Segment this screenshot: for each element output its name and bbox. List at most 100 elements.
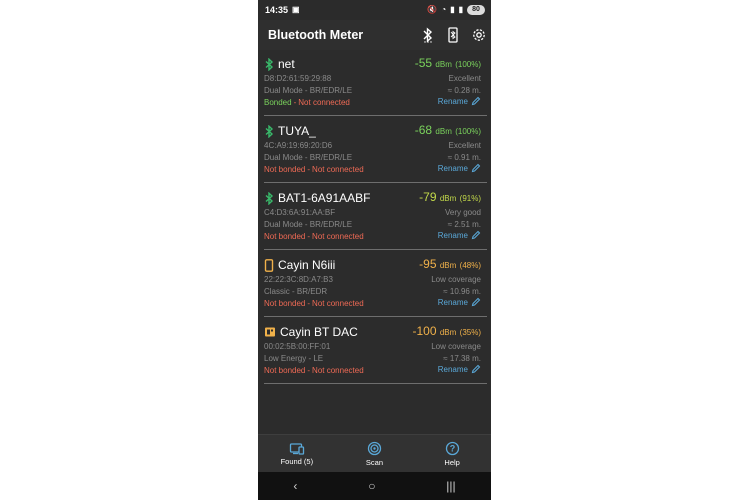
device-row[interactable]: TUYA_ -68 dBm (100%) 4C:A9:19:69:20:D6 Exce… <box>264 117 487 183</box>
bottom-navigation: Found (5) Scan ? Help <box>258 434 491 473</box>
rssi-dbm: -79 <box>419 190 437 204</box>
nav-help-label: Help <box>444 458 460 467</box>
rssi-dbm: -100 <box>412 324 437 338</box>
device-name-line: TUYA_ <box>264 124 316 138</box>
rename-button[interactable]: Rename <box>438 163 481 173</box>
signal-quality: Low coverage <box>431 342 481 351</box>
connection-status: Not connected <box>298 98 350 107</box>
rssi-value: -55 dBm (100%) <box>415 56 481 70</box>
rssi-percent: (100%) <box>455 60 481 69</box>
mac-address: 22:22:3C:8D:A7:B3 <box>264 275 333 284</box>
app-bar: Bluetooth Meter <box>258 20 491 50</box>
device-name: Cayin N6iii <box>278 258 336 272</box>
connection-status: Not connected <box>312 299 364 308</box>
recents-icon[interactable]: ||| <box>446 479 455 493</box>
scan-icon <box>367 441 382 456</box>
mac-address: 00:02:5B:00:FF:01 <box>264 342 331 351</box>
device-name-line: net <box>264 57 295 71</box>
device-name-line: Cayin BT DAC <box>264 325 358 339</box>
home-icon[interactable]: ○ <box>368 479 375 493</box>
nav-found[interactable]: Found (5) <box>267 442 327 466</box>
mac-address: D8:D2:61:59:29:88 <box>264 74 332 83</box>
rssi-unit: dBm <box>439 194 457 203</box>
bluetooth-mode: Dual Mode - BR/EDR/LE <box>264 152 353 162</box>
mute-icon: 🔇 <box>427 5 438 14</box>
bluetooth-icon <box>264 191 274 205</box>
svg-text:?: ? <box>449 444 455 454</box>
state-separator: - <box>307 299 311 308</box>
device-name-line: BAT1-6A91AABF <box>264 191 370 205</box>
connection-state: Not bonded - Not connected <box>264 366 364 375</box>
device-row[interactable]: Cayin N6iii -95 dBm (48%) 22:22:3C:8D:A7:B… <box>264 251 487 317</box>
bluetooth-mode: Low Energy - LE <box>264 353 324 363</box>
mac-address: C4:D3:6A:91:AA:BF <box>264 208 336 217</box>
rename-button[interactable]: Rename <box>438 297 481 307</box>
rssi-dbm: -95 <box>419 257 437 271</box>
rssi-value: -79 dBm (91%) <box>419 190 481 204</box>
status-bar: 14:35 ▣ 🔇 ◔ ▮ ▮ 80 <box>258 0 491 20</box>
rename-button[interactable]: Rename <box>438 96 481 106</box>
signal-icon: ▮ <box>450 5 455 14</box>
bluetooth-icon <box>264 57 274 71</box>
rssi-unit: dBm <box>439 261 457 270</box>
rssi-percent: (35%) <box>459 328 481 337</box>
device-name: net <box>278 57 295 71</box>
rssi-value: -95 dBm (48%) <box>419 257 481 271</box>
bluetooth-scan-icon[interactable] <box>421 27 435 43</box>
rssi-value: -68 dBm (100%) <box>415 123 481 137</box>
app-title: Bluetooth Meter <box>268 28 364 42</box>
signal-quality: Very good <box>444 208 481 217</box>
device-info-icon[interactable] <box>447 27 459 43</box>
rssi-percent: (91%) <box>459 194 481 203</box>
signal-quality: Excellent <box>448 141 481 150</box>
phone-icon <box>264 258 274 272</box>
nav-help[interactable]: ? Help <box>422 441 482 467</box>
mac-address: 4C:A9:19:69:20:D6 <box>264 141 333 150</box>
devices-icon <box>289 443 304 455</box>
device-row[interactable]: Cayin BT DAC -100 dBm (35%) 00:02:5B:00:FF… <box>264 318 487 384</box>
device-row[interactable]: BAT1-6A91AABF -79 dBm (91%) C4:D3:6A:91:AA… <box>264 184 487 250</box>
rssi-dbm: -55 <box>414 56 433 70</box>
pencil-icon <box>471 364 481 374</box>
bluetooth-icon <box>264 124 274 138</box>
estimated-distance: ≈ 10.96 m. <box>443 286 481 296</box>
bluetooth-mode: Dual Mode - BR/EDR/LE <box>264 219 353 229</box>
bond-status: Not bonded <box>264 232 306 241</box>
connection-status: Not connected <box>312 232 364 241</box>
back-icon[interactable]: ‹ <box>293 479 297 493</box>
bond-status: Not bonded <box>264 366 306 375</box>
connection-state: Not bonded - Not connected <box>264 232 364 241</box>
rename-button[interactable]: Rename <box>438 230 481 240</box>
bond-status: Not bonded <box>264 299 306 308</box>
device-name: BAT1-6A91AABF <box>278 191 371 205</box>
connection-state: Bonded - Not connected <box>264 98 350 107</box>
bond-status: Bonded <box>264 98 292 107</box>
battery-indicator: 80 <box>467 5 485 15</box>
connection-status: Not connected <box>312 165 364 174</box>
state-separator: - <box>307 366 311 375</box>
pencil-icon <box>471 163 481 173</box>
rename-button[interactable]: Rename <box>438 364 481 374</box>
signal-quality: Low coverage <box>431 275 481 284</box>
connection-state: Not bonded - Not connected <box>264 299 364 308</box>
nav-scan-label: Scan <box>365 458 384 467</box>
settings-gear-icon[interactable] <box>471 27 487 43</box>
pencil-icon <box>471 96 481 106</box>
chip-icon <box>264 326 276 338</box>
signal-quality: Excellent <box>448 74 481 83</box>
bond-status: Not bonded <box>264 165 306 174</box>
device-row[interactable]: net -55 dBm (100%) D8:D2:61:59:29:88 Excell… <box>264 50 487 116</box>
pencil-icon <box>471 297 481 307</box>
state-separator: - <box>293 98 297 107</box>
estimated-distance: ≈ 0.91 m. <box>447 152 481 162</box>
nav-scan[interactable]: Scan <box>344 441 404 467</box>
state-separator: - <box>307 165 311 174</box>
estimated-distance: ≈ 17.38 m. <box>443 353 481 363</box>
rssi-unit: dBm <box>435 60 452 69</box>
nav-found-label: Found (5) <box>280 457 314 466</box>
rename-label: Rename <box>437 364 468 374</box>
rename-label: Rename <box>437 163 468 173</box>
device-name: TUYA_ <box>278 124 316 138</box>
rssi-percent: (48%) <box>459 261 481 270</box>
phone-screen: 14:35 ▣ 🔇 ◔ ▮ ▮ 80 Bluetooth Meter net -5… <box>258 0 491 500</box>
